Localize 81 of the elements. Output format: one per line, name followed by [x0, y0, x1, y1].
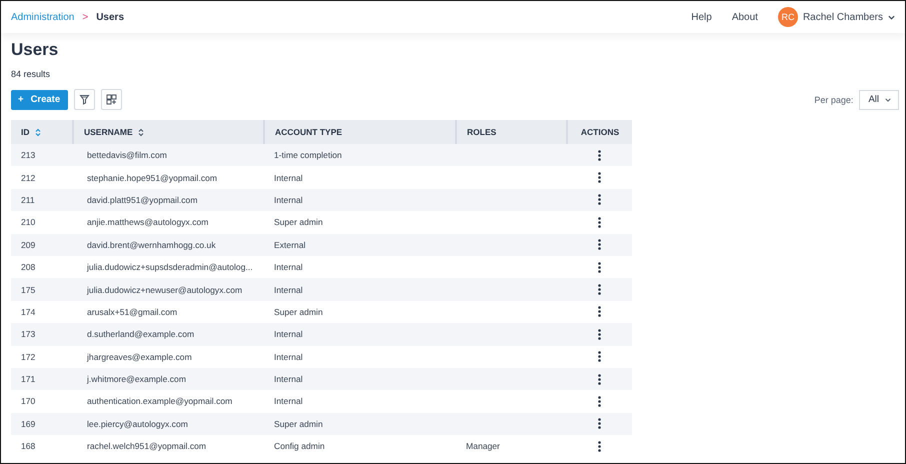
filter-icon [79, 94, 90, 105]
table-cell: 171 [21, 374, 36, 384]
table-cell: 170 [21, 396, 36, 406]
table-cell: Internal [274, 374, 303, 384]
column-header: ACCOUNT TYPE [264, 120, 456, 144]
user-menu[interactable]: Rachel Chambers [802, 12, 883, 22]
more-options-icon[interactable] [598, 351, 601, 362]
grid-add-icon [106, 94, 118, 105]
table-cell: Manager [466, 441, 500, 452]
table-cell: lee.piercy@autologyx.com [87, 418, 188, 429]
more-options-icon[interactable] [598, 239, 601, 250]
column-header: ACTIONS [567, 120, 632, 144]
table-cell: 210 [21, 217, 36, 228]
table-cell: 212 [21, 172, 36, 183]
table-cell: david.platt951@yopmail.com [87, 194, 198, 205]
table-cell: Super admin [274, 418, 323, 429]
table-cell: 211 [21, 194, 35, 205]
table-cell: Config admin [274, 441, 325, 452]
more-options-icon[interactable] [598, 284, 601, 296]
column-header: ROLES [456, 120, 567, 144]
sort-icon[interactable] [34, 128, 40, 136]
column-header[interactable]: ID [11, 120, 73, 144]
more-options-icon[interactable] [598, 418, 601, 430]
table-cell: 168 [21, 441, 36, 452]
filter-button[interactable] [74, 89, 96, 110]
create-button[interactable]: + Create [11, 90, 68, 110]
table-cell: julia.dudowicz+newuser@autologyx.com [87, 284, 242, 295]
table-cell: d.sutherland@example.com [87, 329, 194, 340]
table-cell: 1-time completion [274, 150, 342, 160]
table-cell: External [274, 240, 306, 250]
breadcrumb-separator: > [82, 12, 88, 22]
table-cell: david.brent@wernhamhogg.co.uk [87, 240, 216, 250]
column-header[interactable]: USERNAME [73, 120, 264, 144]
table-cell: 209 [21, 240, 36, 250]
table-cell: 169 [21, 418, 36, 429]
table-cell: anjie.matthews@autologyx.com [87, 217, 208, 228]
table-cell: Internal [274, 396, 303, 406]
breadcrumb-link[interactable]: Administration [11, 12, 74, 22]
more-options-icon[interactable] [598, 150, 601, 161]
table-cell: 172 [21, 352, 36, 362]
table-cell: Internal [274, 262, 303, 272]
table-cell: 175 [21, 284, 36, 295]
table-cell: Internal [274, 352, 303, 362]
table-cell: j.whitmore@example.com [87, 374, 186, 384]
table-cell: bettedavis@film.com [87, 150, 167, 160]
more-options-icon[interactable] [598, 194, 601, 206]
breadcrumb-current: Users [96, 12, 124, 22]
more-options-icon[interactable] [598, 262, 601, 273]
table-cell: 173 [21, 329, 36, 340]
more-options-icon[interactable] [598, 328, 601, 340]
more-options-icon[interactable] [598, 374, 601, 385]
table-cell: stephanie.hope951@yopmail.com [87, 172, 218, 183]
table-cell: Super admin [274, 217, 323, 228]
table-cell: 208 [21, 262, 36, 272]
table-cell: Internal [274, 194, 303, 205]
table-cell: Internal [274, 172, 303, 183]
header-link[interactable]: Help [691, 12, 712, 22]
more-options-icon[interactable] [598, 396, 601, 407]
chevron-down-icon[interactable] [888, 14, 895, 20]
more-options-icon[interactable] [598, 306, 601, 318]
table-cell: 174 [21, 306, 36, 317]
sort-icon[interactable] [138, 128, 144, 136]
chevron-down-icon [885, 98, 891, 102]
table-cell: rachel.welch951@yopmail.com [87, 441, 206, 452]
table-cell: Super admin [274, 306, 323, 317]
per-page-label: Per page: [814, 94, 854, 104]
columns-button[interactable] [101, 89, 122, 110]
table-cell: authentication.example@yopmail.com [87, 396, 232, 406]
table-cell: arusalx+51@gmail.com [87, 306, 178, 317]
header-link[interactable]: About [732, 12, 758, 22]
per-page-select[interactable]: All [859, 90, 899, 110]
page-title: Users [11, 39, 60, 61]
results-count: 84 results [11, 69, 52, 79]
table-cell: Internal [274, 284, 303, 295]
table-cell: 213 [21, 150, 36, 160]
more-options-icon[interactable] [598, 172, 601, 184]
more-options-icon[interactable] [598, 440, 601, 452]
table-cell: jhargreaves@example.com [87, 352, 192, 362]
table-cell: Internal [274, 329, 303, 340]
more-options-icon[interactable] [598, 216, 601, 228]
table-cell: julia.dudowicz+supsdsderadmin@autolog... [87, 262, 253, 272]
